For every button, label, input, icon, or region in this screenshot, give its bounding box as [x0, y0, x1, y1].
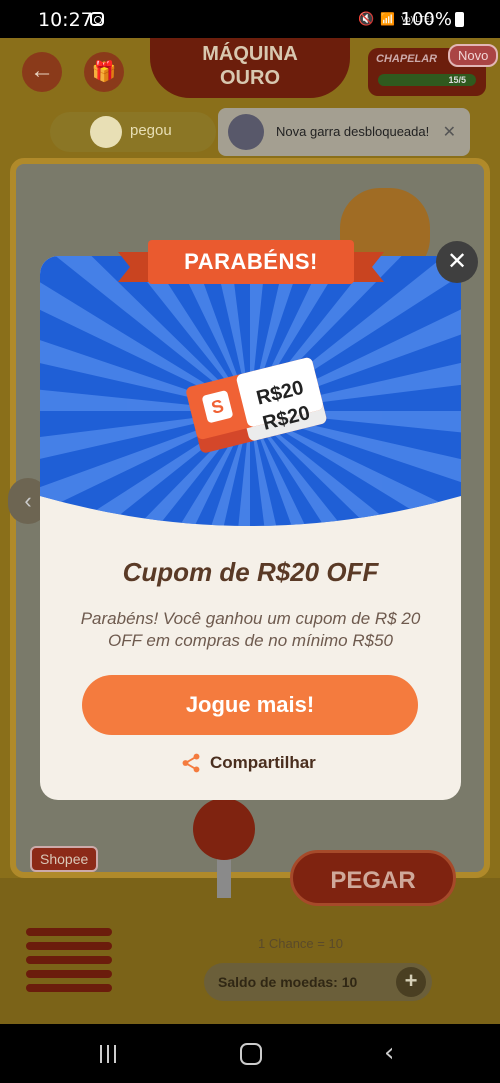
new-badge: Novo [448, 44, 499, 67]
clock: 10:27 [38, 9, 93, 31]
back-arrow-icon[interactable]: ← [22, 52, 62, 92]
shopee-tag: Shopee [30, 846, 99, 872]
machine-title-line1: MÁQUINA [202, 43, 298, 65]
collection-progress: 15/5 [378, 74, 476, 86]
battery-icon [455, 12, 464, 27]
coupon-description: Parabéns! Você ganhou um cupom de R$ 20 … [80, 609, 421, 650]
wifi-icon: 📶 [380, 12, 396, 26]
add-coins-button[interactable]: + [396, 967, 426, 997]
chance-text: 1 Chance = 10 [258, 936, 343, 951]
share-label: Compartilhar [210, 753, 316, 772]
silent-icon: 🔇 [358, 11, 375, 26]
congrats-banner: PARABÉNS! [148, 240, 354, 284]
collection-label: CHAPELAR [376, 53, 438, 65]
toast-close-icon[interactable]: ✕ [443, 122, 456, 142]
grab-button[interactable]: PEGAR [290, 850, 456, 906]
share-button[interactable]: Compartilhar [180, 750, 316, 776]
play-more-button[interactable]: Jogue mais! [82, 675, 418, 735]
share-icon [182, 753, 200, 773]
coin-balance: Saldo de moedas: 10 + [204, 963, 432, 1001]
joystick[interactable] [193, 798, 255, 908]
avatar [90, 116, 122, 148]
machine-title-line2: OURO [220, 67, 280, 89]
reward-modal: S R$20 R$20 Cupom de R$20 OFF Parabéns! … [40, 256, 461, 800]
speaker-grille [26, 928, 112, 998]
machine-title: MÁQUINA OURO [150, 38, 350, 98]
battery-percent: 100% [400, 9, 452, 30]
back-icon[interactable]: ‹ [384, 1038, 394, 1068]
hero-art: S R$20 R$20 [40, 256, 461, 526]
joystick-ball [193, 798, 255, 860]
system-nav-bar: ‹ [0, 1024, 500, 1083]
coupon-title: Cupom de R$20 OFF [122, 557, 379, 587]
claw-avatar [228, 114, 264, 150]
coin-balance-text: Saldo de moedas: 10 [218, 974, 358, 990]
instagram-icon [90, 12, 104, 26]
recent-apps-icon[interactable] [100, 1045, 120, 1063]
toast-text: Nova garra desbloqueada! [276, 124, 430, 139]
reward-hero: S R$20 R$20 [40, 256, 461, 531]
status-bar: 10:27 🔇 📶 Vo) LTE1 100% [0, 0, 500, 38]
caught-ticker: pegou [50, 112, 216, 152]
home-icon[interactable] [240, 1043, 262, 1065]
caught-label: pegou [130, 122, 172, 139]
close-icon[interactable]: ✕ [436, 241, 478, 283]
gift-icon[interactable]: 🎁 [84, 52, 124, 92]
unlock-toast: Nova garra desbloqueada! ✕ [218, 108, 470, 156]
congrats-ribbon: PARABÉNS! [118, 240, 384, 288]
